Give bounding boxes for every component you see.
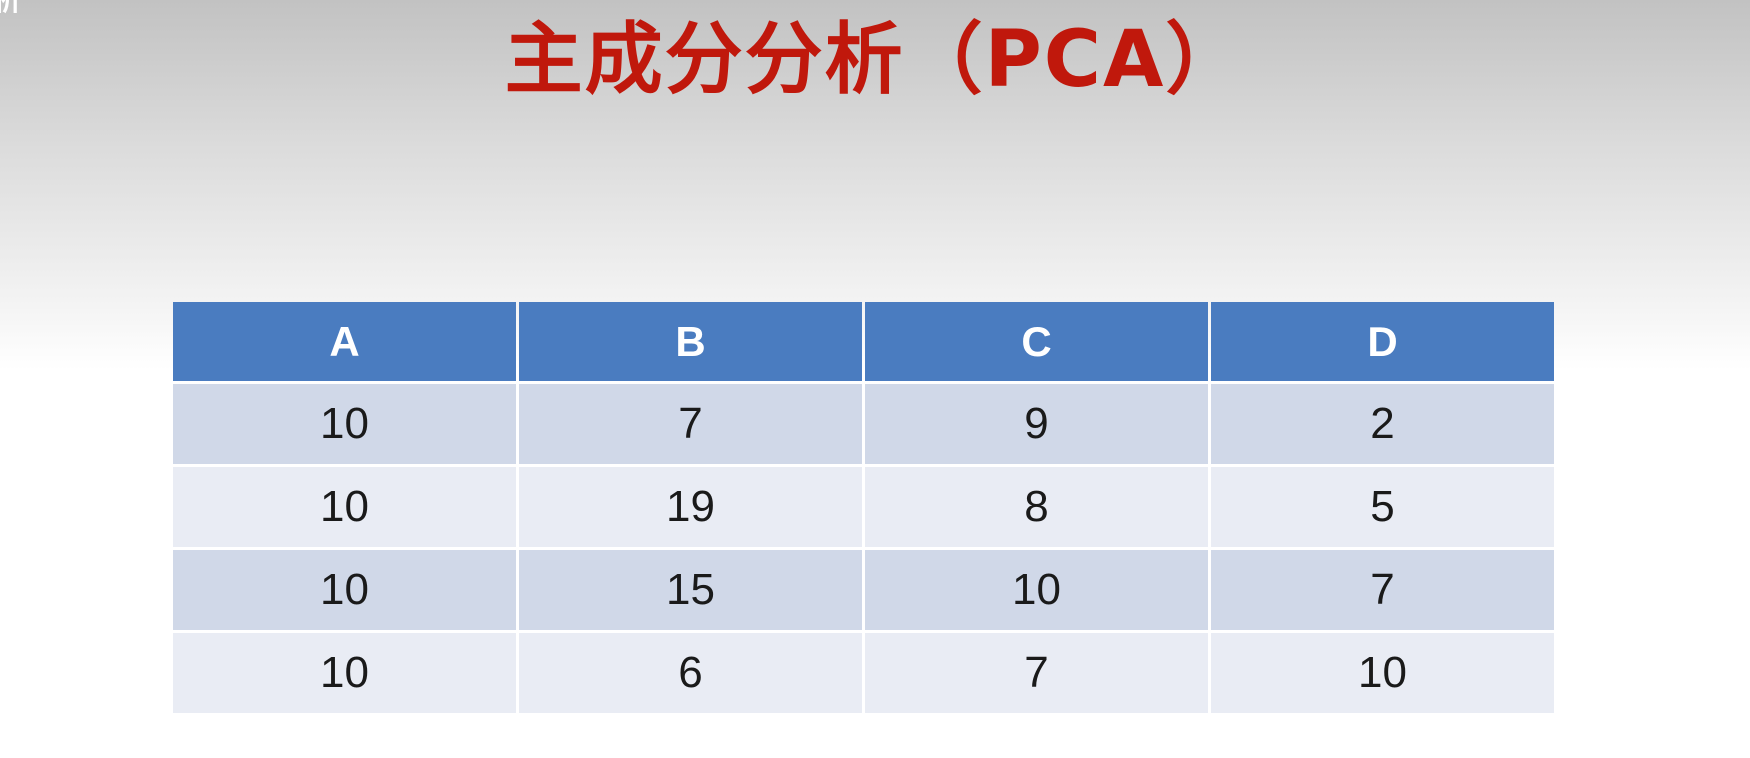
table-cell: 10	[173, 384, 516, 464]
table-header-row: A B C D	[173, 302, 1554, 381]
table-cell: 10	[173, 467, 516, 547]
table-cell: 6	[519, 633, 862, 713]
table-cell: 10	[173, 550, 516, 630]
table-row: 10 6 7 10	[173, 633, 1554, 713]
table-cell: 15	[519, 550, 862, 630]
table-cell: 10	[1211, 633, 1554, 713]
slide-title: 主成分分析（PCA）	[504, 15, 1246, 105]
table-cell: 5	[1211, 467, 1554, 547]
table-row: 10 19 8 5	[173, 467, 1554, 547]
column-header-d: D	[1211, 302, 1554, 381]
column-header-a: A	[173, 302, 516, 381]
table-cell: 7	[519, 384, 862, 464]
table-row: 10 15 10 7	[173, 550, 1554, 630]
table-row: 10 7 9 2	[173, 384, 1554, 464]
data-table: A B C D 10 7 9 2 10 19 8 5 10 15 10 7 10…	[170, 299, 1557, 716]
table-cell: 10	[173, 633, 516, 713]
table-cell: 2	[1211, 384, 1554, 464]
table-cell: 19	[519, 467, 862, 547]
column-header-c: C	[865, 302, 1208, 381]
table-cell: 7	[865, 633, 1208, 713]
table-cell: 7	[1211, 550, 1554, 630]
table-cell: 9	[865, 384, 1208, 464]
table-cell: 10	[865, 550, 1208, 630]
column-header-b: B	[519, 302, 862, 381]
table-cell: 8	[865, 467, 1208, 547]
